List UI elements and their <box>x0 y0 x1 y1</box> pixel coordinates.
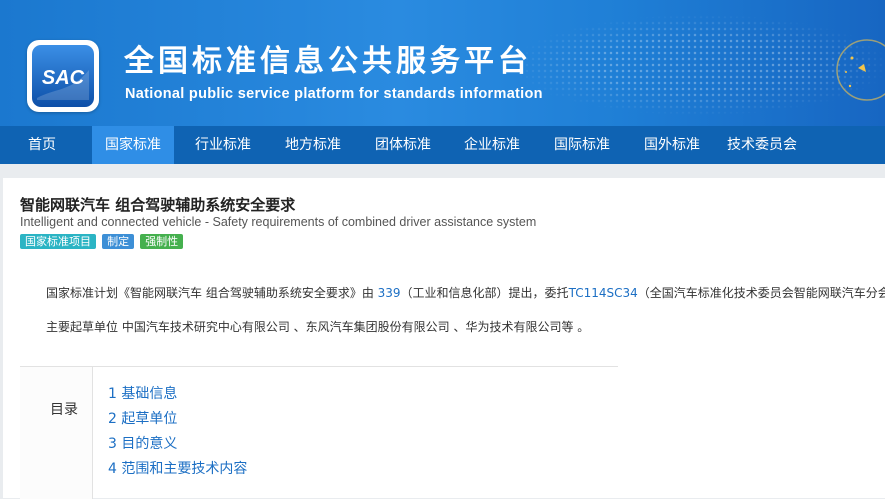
toc-item-scope[interactable]: 4 范围和主要技术内容 <box>108 458 247 478</box>
sac-logo-icon: SAC <box>32 45 94 107</box>
nav-home[interactable]: 首页 <box>10 126 74 164</box>
tc-number-link[interactable]: 339 <box>378 286 401 300</box>
tag-formulate: 制定 <box>102 234 135 249</box>
nav-national-standards[interactable]: 国家标准 <box>92 126 174 164</box>
plan-description: 国家标准计划《智能网联汽车 组合驾驶辅助系统安全要求》由 339（工业和信息化部… <box>46 284 885 301</box>
site-header: SAC 全国标准信息公共服务平台 National public service… <box>0 0 885 126</box>
toc-item-drafting-units[interactable]: 2 起草单位 <box>108 408 177 428</box>
anniversary-badge-icon <box>836 39 885 101</box>
site-title: 全国标准信息公共服务平台 <box>124 44 532 79</box>
main-nav: 首页 国家标准 行业标准 地方标准 团体标准 企业标准 国际标准 国外标准 技术… <box>0 126 885 164</box>
standard-detail-panel: 智能网联汽车 组合驾驶辅助系统安全要求 Intelligent and conn… <box>3 178 885 499</box>
toc-label-column: 目录 <box>20 367 93 499</box>
plan-suffix: （全国汽车标准化技术委员会智能网联汽车分会 <box>637 286 885 300</box>
toc-label: 目录 <box>50 402 78 418</box>
sac-logo[interactable]: SAC <box>27 40 99 112</box>
nav-foreign-standards[interactable]: 国外标准 <box>634 126 710 164</box>
tag-mandatory: 强制性 <box>140 234 184 249</box>
nav-international-standards[interactable]: 国际标准 <box>544 126 620 164</box>
drafting-units: 主要起草单位 中国汽车技术研究中心有限公司 、东风汽车集团股份有限公司 、华为技… <box>46 320 590 334</box>
standard-title: 智能网联汽车 组合驾驶辅助系统安全要求 <box>20 196 296 214</box>
world-map-decoration <box>470 0 885 126</box>
nav-industry-standards[interactable]: 行业标准 <box>185 126 261 164</box>
site-subtitle: National public service platform for sta… <box>125 86 543 102</box>
nav-group-standards[interactable]: 团体标准 <box>365 126 441 164</box>
plan-middle: （工业和信息化部）提出，委托 <box>400 286 569 300</box>
committee-code-link[interactable]: TC114SC34 <box>569 286 638 300</box>
nav-local-standards[interactable]: 地方标准 <box>275 126 351 164</box>
standard-title-en: Intelligent and connected vehicle - Safe… <box>20 215 537 229</box>
toc-item-purpose[interactable]: 3 目的意义 <box>108 433 177 453</box>
plan-prefix: 国家标准计划《智能网联汽车 组合驾驶辅助系统安全要求》由 <box>46 286 378 300</box>
status-tags: 国家标准项目 制定 强制性 <box>20 234 184 250</box>
tag-national-project: 国家标准项目 <box>20 234 96 249</box>
toc-item-basic-info[interactable]: 1 基础信息 <box>108 383 177 403</box>
logo-text: SAC <box>42 67 85 89</box>
table-of-contents: 目录 1 基础信息 2 起草单位 3 目的意义 4 范围和主要技术内容 <box>20 366 618 499</box>
nav-enterprise-standards[interactable]: 企业标准 <box>454 126 530 164</box>
nav-technical-committees[interactable]: 技术委员会 <box>722 126 802 164</box>
